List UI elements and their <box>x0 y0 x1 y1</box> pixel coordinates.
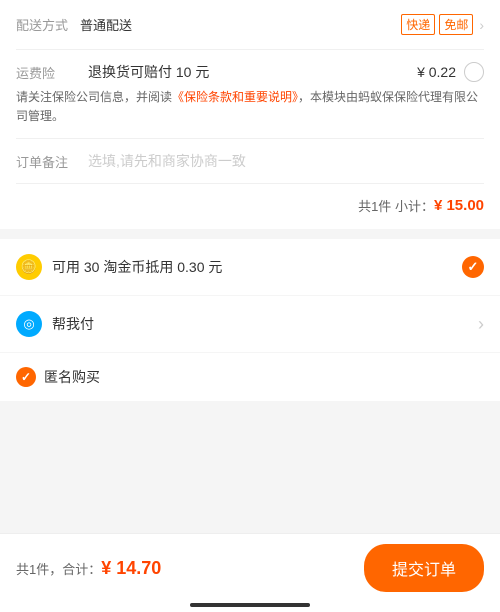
help-pay-text: 帮我付 <box>52 314 478 334</box>
insurance-price: ¥ 0.22 <box>417 64 456 80</box>
footer-total: ¥ 14.70 <box>101 558 161 578</box>
order-note-row[interactable]: 订单备注 选填,请先和商家协商一致 <box>16 139 484 184</box>
insurance-link[interactable]: 《保险条款和重要说明》 <box>172 90 298 104</box>
summary-subtotal: ¥ 15.00 <box>434 197 484 214</box>
coin-icon: 🪙 <box>16 254 42 280</box>
summary-row: 共1件 小计： ¥ 15.00 <box>16 184 484 229</box>
delivery-row[interactable]: 配送方式 普通配送 快递 免邮 › <box>16 0 484 50</box>
anonymous-text: 匿名购买 <box>44 367 100 387</box>
home-indicator <box>190 603 310 607</box>
insurance-note1: 请关注保险公司信息，并阅读 <box>16 90 172 104</box>
insurance-left: 运费险 退换货可赔付 10 元 <box>16 62 209 82</box>
delivery-tags: 快递 免邮 <box>401 14 473 35</box>
bottom-bar: 共1件，合计：¥ 14.70 提交订单 <box>0 533 500 612</box>
anon-check-mark: ✓ <box>21 370 31 384</box>
arrow-right-icon: › <box>479 17 484 33</box>
coin-benefit-text: 可用 30 淘金币抵用 0.30 元 <box>52 257 462 277</box>
delivery-right: 快递 免邮 › <box>401 14 484 35</box>
delivery-label: 配送方式 <box>16 15 72 34</box>
insurance-desc-short: 退换货可赔付 10 元 <box>88 62 209 82</box>
coin-benefit-row[interactable]: 🪙 可用 30 淘金币抵用 0.30 元 ✓ <box>0 239 500 296</box>
tag-express: 快递 <box>401 14 435 35</box>
insurance-right: ¥ 0.22 <box>417 62 484 82</box>
middle-section: 🪙 可用 30 淘金币抵用 0.30 元 ✓ ◎ 帮我付 › ✓ 匿名购买 <box>0 239 500 401</box>
insurance-label: 运费险 <box>16 63 72 82</box>
coin-check-icon[interactable]: ✓ <box>462 256 484 278</box>
note-label: 订单备注 <box>16 152 72 171</box>
delivery-value: 普通配送 <box>80 15 401 34</box>
check-mark: ✓ <box>468 259 479 275</box>
anonymous-row[interactable]: ✓ 匿名购买 <box>0 353 500 401</box>
top-section: 配送方式 普通配送 快递 免邮 › 运费险 退换货可赔付 10 元 ¥ 0.22… <box>0 0 500 229</box>
note-top: 订单备注 选填,请先和商家协商一致 <box>16 151 484 171</box>
help-pay-row[interactable]: ◎ 帮我付 › <box>0 296 500 353</box>
insurance-desc: 请关注保险公司信息，并阅读《保险条款和重要说明》，本模块由蚂蚁保保险代理有限公司… <box>16 88 484 126</box>
submit-button[interactable]: 提交订单 <box>364 544 484 592</box>
bottom-summary: 共1件，合计：¥ 14.70 <box>16 558 161 579</box>
insurance-row: 运费险 退换货可赔付 10 元 ¥ 0.22 请关注保险公司信息，并阅读《保险条… <box>16 50 484 139</box>
note-placeholder: 选填,请先和商家协商一致 <box>88 151 246 171</box>
summary-count: 共1件 <box>358 196 391 215</box>
summary-subtotal-label: 小计： <box>395 196 434 215</box>
tag-free: 免邮 <box>439 14 473 35</box>
insurance-checkbox[interactable] <box>464 62 484 82</box>
anonymous-check-icon[interactable]: ✓ <box>16 367 36 387</box>
footer-count: 共1件，合计： <box>16 562 101 577</box>
pay-icon: ◎ <box>16 311 42 337</box>
help-pay-arrow: › <box>478 314 484 335</box>
insurance-top: 运费险 退换货可赔付 10 元 ¥ 0.22 <box>16 62 484 82</box>
